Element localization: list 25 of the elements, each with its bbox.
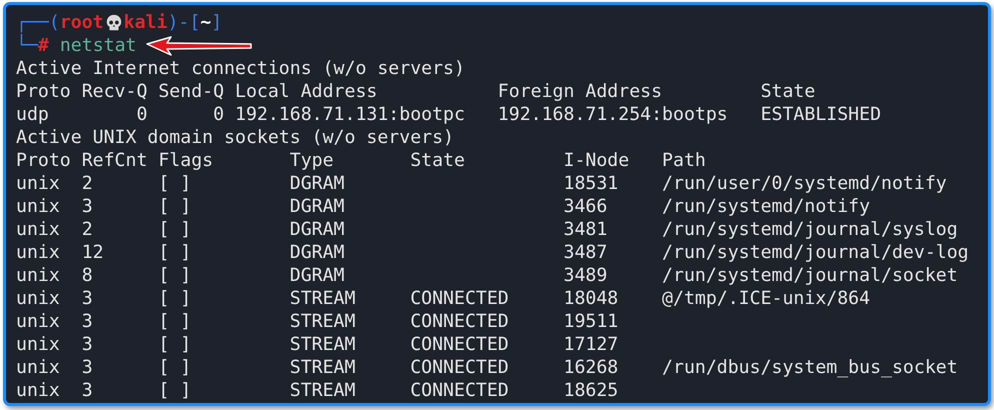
prompt-corner: └─ [16,34,38,57]
prompt-bracket: ┌──( [16,11,60,34]
output-line: unix 3 [ ] DGRAM 3466 /run/systemd/notify [16,195,870,218]
output-line: unix 3 [ ] STREAM CONNECTED 19511 [16,310,618,333]
skull-icon [104,14,123,32]
output-line: udp 0 0 192.168.71.131:bootpc 192.168.71.254:bootps ESTABLISHED [16,103,882,126]
output-line: unix 2 [ ] DGRAM 3481 /run/systemd/journal/syslog [16,218,958,241]
command-text: netstat [60,34,137,57]
output-line: unix 3 [ ] STREAM CONNECTED 18625 [16,379,618,402]
prompt-symbol: # [38,35,49,57]
output-line: unix 8 [ ] DGRAM 3489 /run/systemd/journal/socket [16,264,958,287]
current-directory: ~ [200,11,212,34]
output-line: Proto Recv-Q Send-Q Local Address Foreign Address State [16,80,816,103]
host-name: kali [124,11,168,34]
output-line: Active UNIX domain sockets (w/o servers) [16,126,454,149]
output-line: Active Internet connections (w/o servers) [16,57,465,80]
prompt-bracket: )-[ [167,11,200,34]
output-line: Proto RefCnt Flags Type State I-Node Path [16,149,706,172]
prompt-bracket: ] [211,11,222,34]
output-line: unix 3 [ ] STREAM CONNECTED 17127 [16,333,618,356]
output-line: unix 3 [ ] STREAM CONNECTED 16268 /run/dbus/system_bus_socket [16,356,958,379]
output-line: unix 2 [ ] DGRAM 18531 /run/user/0/systemd/notify [16,172,947,195]
output-line: unix 12 [ ] DGRAM 3487 /run/systemd/journal/dev-log [16,241,969,264]
user-name: root [60,11,104,34]
output-line: unix 3 [ ] STREAM CONNECTED 18048 @/tmp/.ICE-unix/864 [16,287,870,310]
